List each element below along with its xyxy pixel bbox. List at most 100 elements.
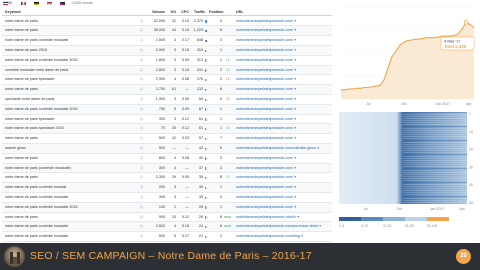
url-link[interactable]: notredamedeparislespectacle.com/ ▾ — [236, 154, 330, 163]
chevron-down-icon[interactable]: ▾ — [294, 126, 296, 130]
header-keyword[interactable]: Keyword — [5, 8, 135, 15]
serp-info-icon[interactable]: ◎ — [140, 213, 146, 222]
url-link[interactable]: notredamedeparislespectacle.com/blog ▾ — [236, 232, 330, 241]
table-row[interactable]: spectacle notre dame de paris ◎ 1,300 3 0.05… — [2, 95, 332, 105]
chevron-down-icon[interactable]: ▾ — [294, 117, 296, 121]
url-text[interactable]: notredamedeparislespectacle.com/ — [236, 68, 293, 72]
serp-info-icon[interactable]: ◎ — [140, 193, 146, 202]
serp-info-icon[interactable]: ◎ — [140, 75, 146, 84]
url-link[interactable]: notredamedeparislespectacle.com/ ▾ — [236, 66, 330, 75]
url-text[interactable]: notredamedeparislespectacle.com/ — [236, 87, 293, 91]
keyword-cell[interactable]: notre dame de paris comédie musicale — [5, 232, 135, 241]
keyword-cell[interactable]: spectacle notre dame de paris — [5, 95, 135, 104]
table-row[interactable]: comédie musicale notre dame de paris ◎ 2,8… — [2, 65, 332, 76]
table-row[interactable]: notre dame de paris ◎ 800 4 0.28 40 3 notredame… — [2, 154, 332, 164]
url-text[interactable]: notredamedeparislespectacle.com/ — [236, 136, 293, 140]
url-text[interactable]: notredamedeparislespectacle.com/ — [236, 126, 293, 130]
chevron-down-icon[interactable]: ▾ — [294, 38, 296, 42]
chevron-down-icon[interactable]: ▾ — [294, 97, 296, 101]
table-row[interactable]: notre dame de paris (comédie musicale) ◎ 3… — [2, 163, 332, 174]
chevron-down-icon[interactable]: ▾ — [294, 205, 296, 209]
keyword-cell[interactable]: notre dame de paris — [5, 213, 135, 222]
chevron-down-icon[interactable]: ▾ — [294, 195, 296, 199]
keyword-cell[interactable]: comédie musicale notre dame de paris — [5, 66, 135, 75]
chevron-down-icon[interactable]: ▾ — [317, 146, 319, 150]
serp-info-icon[interactable]: ◎ — [140, 124, 146, 133]
url-link[interactable]: notredamedeparislespectacle.com/nathalie… — [236, 144, 330, 153]
table-row[interactable]: notre dame de paris ◎ 3,700 61 — 132 8 notredam… — [2, 85, 332, 95]
url-link[interactable]: notredamedeparislespectacle.com/ ▾ — [236, 46, 330, 55]
url-link[interactable]: notredamedeparislespectacle.com/ ▾ — [236, 105, 330, 114]
url-text[interactable]: notredamedeparislespectacle.com/ — [236, 107, 293, 111]
keyword-cell[interactable]: notre dame de paris — [5, 154, 135, 163]
table-row[interactable]: notre dame de paris 2016 ◎ 2,900 3 0.19 319 1 n… — [2, 46, 332, 56]
keyword-cell[interactable]: notre dame de paris comédie musicale — [5, 222, 135, 231]
url-text[interactable]: notredamedeparislespectacle.com/ — [236, 175, 293, 179]
header-volume[interactable]: Volume — [150, 8, 165, 15]
url-link[interactable]: notredamedeparislespectacle.com/purchase… — [236, 222, 330, 231]
table-row[interactable]: notre dame de paris comédie musicale ◎ 3,5… — [2, 222, 332, 233]
url-text[interactable]: notredamedeparislespectacle.com/ — [236, 38, 293, 42]
keyword-cell[interactable]: notre dame de paris comédie musical — [5, 183, 135, 192]
url-text[interactable]: notredamedeparislespectacle.com/ — [236, 205, 293, 209]
table-row[interactable]: notre dame de paris ◎ 900 33 0.12 28 8 new notre… — [2, 213, 332, 223]
keyword-cell[interactable]: notre dame de paris spectacle 2016 — [5, 124, 135, 133]
header-kd[interactable]: KD — [167, 8, 176, 15]
table-row[interactable]: notre dame de paris comédie musicale ◎ 2,0… — [2, 36, 332, 46]
url-text[interactable]: notredamedeparislespectacle.com/purchase… — [236, 224, 318, 228]
header-traffic[interactable]: Traffic — [191, 8, 205, 15]
keyword-cell[interactable]: mamie gloux — [5, 144, 135, 153]
keyword-cell[interactable]: notre dame de paris comédie musicale 201… — [5, 56, 135, 65]
serp-info-icon[interactable]: ◎ — [140, 66, 146, 75]
url-text[interactable]: notredamedeparislespectacle.com/blog — [236, 234, 300, 238]
serp-info-icon[interactable]: ◎ — [140, 115, 146, 124]
table-row[interactable]: notre dame de paris ◎ 2,300 29 0.05 38 8 ↑2 notr… — [2, 173, 332, 184]
highlight-point[interactable] — [463, 20, 469, 25]
url-text[interactable]: notredamedeparislespectacle.com/ — [236, 19, 293, 23]
keyword-cell[interactable]: notre dame de paris comédie musicale — [5, 193, 135, 202]
serp-info-icon[interactable]: ◎ — [140, 173, 146, 182]
keyword-cell[interactable]: notre dame de paris — [5, 17, 135, 26]
url-text[interactable]: notredamedeparislespectacle.com/ — [236, 117, 293, 121]
keyword-cell[interactable]: notre dame de paris comédie musicale — [5, 36, 135, 45]
serp-info-icon[interactable]: ◎ — [140, 56, 146, 65]
chevron-down-icon[interactable]: ▾ — [301, 234, 303, 238]
url-link[interactable]: notredamedeparislespectacle.com/ ▾ — [236, 134, 330, 143]
chevron-down-icon[interactable]: ▾ — [294, 58, 296, 62]
table-row[interactable]: notre dame de paris comédie musicale 201… — [2, 202, 332, 213]
url-link[interactable]: notredamedeparislespectacle.com/ ▾ — [236, 85, 330, 94]
serp-info-icon[interactable]: ◎ — [140, 26, 146, 35]
url-text[interactable]: notredamedeparislespectacle.com/ — [236, 58, 293, 62]
table-row[interactable]: notre dame de paris comédie musicale 201… — [2, 104, 332, 115]
chevron-down-icon[interactable]: ▾ — [319, 224, 321, 228]
url-link[interactable]: notredamedeparislespectacle.com/ ▾ — [236, 164, 330, 173]
keyword-cell[interactable]: notre dame de paris comédie musicale 201… — [5, 203, 135, 212]
table-row[interactable]: notre dame de paris spectacle ◎ 2,900 4 0.08… — [2, 75, 332, 86]
serp-info-icon[interactable]: ◎ — [140, 144, 146, 153]
url-link[interactable]: notredamedeparislespectacle.com/ ▾ — [236, 193, 330, 202]
url-link[interactable]: notredamedeparislespectacle.com/ ▾ — [236, 115, 330, 124]
chevron-down-icon[interactable]: ▾ — [298, 215, 300, 219]
chevron-down-icon[interactable]: ▾ — [294, 107, 296, 111]
table-row[interactable]: notre dame de paris comédie musical ◎ 200 3… — [2, 183, 332, 193]
url-link[interactable]: notredamedeparislespectacle.com/ ▾ — [236, 183, 330, 192]
table-row[interactable]: notre dame de paris ◎ 22,000 32 0.15 2,370 4 no… — [2, 17, 332, 27]
url-text[interactable]: notredamedeparislespectacle.com/ — [236, 156, 293, 160]
url-link[interactable]: notredamedeparislespectacle.com/ ▾ — [236, 36, 330, 45]
url-text[interactable]: notredamedeparislespectacle.com/ — [236, 166, 293, 170]
chevron-down-icon[interactable]: ▾ — [294, 156, 296, 160]
url-text[interactable]: notredamedeparislespectacle.com/ — [236, 77, 293, 81]
table-row[interactable]: notre dame de paris spectacle 2016 ◎ 70 20 0… — [2, 124, 332, 135]
keyword-cell[interactable]: notre dame de paris — [5, 85, 135, 94]
table-row[interactable]: notre dame de paris ◎ 38,000 44 0.15 1,229 6 no… — [2, 26, 332, 37]
chevron-down-icon[interactable]: ▾ — [294, 185, 296, 189]
url-link[interactable]: notredamedeparislespectacle.com/ ▾ — [236, 17, 330, 26]
table-row[interactable]: notre dame de paris comédie musicale ◎ 900… — [2, 232, 332, 242]
url-link[interactable]: notredamedeparislespectacle.com/fr/ ▾ — [236, 213, 330, 222]
serp-info-icon[interactable]: ◎ — [140, 17, 146, 26]
url-text[interactable]: notredamedeparislespectacle.com/nathalie… — [236, 146, 316, 150]
serp-info-icon[interactable]: ◎ — [140, 46, 146, 55]
serp-info-icon[interactable]: ◎ — [140, 105, 146, 114]
keyword-cell[interactable]: notre dame de paris (comédie musicale) — [5, 164, 135, 173]
keyword-cell[interactable]: notre dame de paris comédie musicale 201… — [5, 105, 135, 114]
